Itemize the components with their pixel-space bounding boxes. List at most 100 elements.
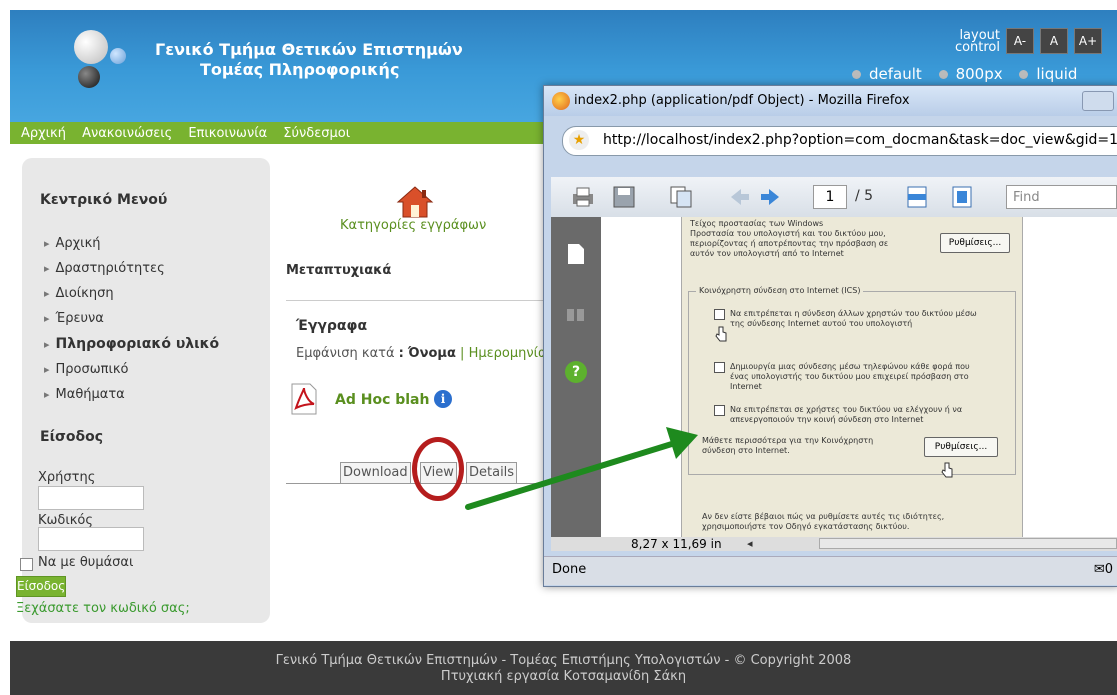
nav-item-links[interactable]: Σύνδεσμοι bbox=[283, 123, 350, 145]
attachments-icon[interactable] bbox=[565, 305, 587, 325]
font-reset-button[interactable]: A bbox=[1040, 28, 1068, 54]
url-text: http://localhost/index2.php?option=com_d… bbox=[603, 132, 1117, 148]
pdf-option-3: Να επιτρέπεται σε χρήστες του δικτύου να… bbox=[730, 405, 963, 424]
pdf-settings-button-1: Ρυθμίσεις... bbox=[940, 233, 1010, 253]
radio-dot-icon bbox=[1019, 70, 1029, 79]
page-count: / 5 bbox=[855, 188, 874, 204]
radio-dot-icon bbox=[938, 70, 948, 79]
fit-page-icon[interactable] bbox=[951, 185, 973, 209]
remember-checkbox[interactable] bbox=[20, 558, 33, 571]
nav-item-contact[interactable]: Επικοινωνία bbox=[188, 123, 267, 145]
site-title-line1: Γενικό Τμήμα Θετικών Επιστημών bbox=[155, 40, 463, 59]
pdf-checkbox bbox=[714, 405, 725, 416]
hand-cursor-icon bbox=[715, 326, 727, 342]
pdf-learn-more: Μάθετε περισσότερα για την Κοινόχρηστη σ… bbox=[702, 436, 874, 455]
sort-by-date[interactable]: Ημερομηνία bbox=[469, 346, 547, 361]
sidebar-item-activities[interactable]: Δραστηριότητες bbox=[44, 261, 165, 276]
download-button[interactable]: Download bbox=[340, 462, 411, 484]
scroll-left-icon[interactable]: ◂ bbox=[747, 537, 753, 550]
width-option-default[interactable]: default bbox=[869, 65, 922, 83]
mail-indicator: ✉0 bbox=[1094, 562, 1113, 577]
document-title-link[interactable]: Ad Hoc blah bbox=[335, 392, 429, 408]
help-icon[interactable]: ? bbox=[565, 361, 587, 383]
pdf-bottom-text: Αν δεν είστε βέβαιοι πώς να ρυθμίσετε αυ… bbox=[702, 512, 945, 531]
hand-cursor-icon bbox=[941, 462, 953, 478]
font-decrease-button[interactable]: A- bbox=[1006, 28, 1034, 54]
copy-page-icon[interactable] bbox=[669, 185, 695, 209]
address-bar[interactable]: ★ http://localhost/index2.php?option=com… bbox=[562, 126, 1117, 156]
remember-label: Να με θυμάσαι bbox=[38, 555, 134, 570]
next-page-icon[interactable] bbox=[759, 187, 781, 207]
pdf-option-2: Δημιουργία μιας σύνδεσης μέσω τηλεφώνου … bbox=[730, 362, 970, 391]
bookmark-star-icon[interactable]: ★ bbox=[569, 130, 589, 150]
firefox-statusbar: Done ✉0 bbox=[544, 556, 1117, 585]
save-icon[interactable] bbox=[613, 186, 635, 208]
sort-by-name[interactable]: Όνομα bbox=[408, 346, 456, 361]
previous-page-icon[interactable] bbox=[729, 187, 751, 207]
info-icon[interactable]: i bbox=[434, 390, 452, 408]
width-option-liquid[interactable]: liquid bbox=[1036, 65, 1077, 83]
forgot-password-link[interactable]: Ξεχάσατε τον κωδικό σας; bbox=[16, 601, 190, 616]
site-logo bbox=[70, 30, 140, 100]
site-title: Γενικό Τμήμα Θετικών Επιστημών Τομέας Πλ… bbox=[155, 40, 463, 80]
layout-control-label: layout control bbox=[954, 28, 1000, 55]
minimize-button[interactable] bbox=[1082, 91, 1114, 111]
pdf-text: Τείχος προστασίας των Windows Προστασία … bbox=[690, 219, 889, 258]
sidebar: Κεντρικό Μενού Αρχική Δραστηριότητες Διο… bbox=[22, 158, 270, 623]
pdf-ics-title: Κοινόχρηστη σύνδεση στο Internet (ICS) bbox=[696, 286, 864, 296]
login-title: Είσοδος bbox=[40, 429, 104, 445]
pdf-checkbox bbox=[714, 309, 725, 320]
print-icon[interactable] bbox=[571, 186, 595, 208]
site-footer: Γενικό Τμήμα Θετικών Επιστημών - Τομέας … bbox=[10, 641, 1117, 695]
sidebar-item-home[interactable]: Αρχική bbox=[44, 236, 101, 251]
find-input[interactable]: Find bbox=[1006, 185, 1117, 209]
radio-dot-icon bbox=[852, 70, 861, 79]
nav-item-home[interactable]: Αρχική bbox=[21, 123, 66, 145]
pdf-dialog-image: Τείχος προστασίας των Windows Προστασία … bbox=[681, 217, 1023, 542]
username-label: Χρήστης bbox=[38, 470, 96, 485]
sort-label: Εμφάνιση κατά bbox=[296, 346, 395, 361]
password-label: Κωδικός bbox=[38, 513, 94, 528]
firefox-icon bbox=[552, 92, 570, 110]
sidebar-item-staff[interactable]: Προσωπικό bbox=[44, 362, 129, 377]
pdf-checkbox bbox=[714, 362, 725, 373]
fit-width-icon[interactable] bbox=[906, 185, 928, 209]
footer-line2: Πτυχιακή εργασία Κοτσαμανίδη Σάκη bbox=[440, 669, 687, 684]
pdf-option-1: Να επιτρέπεται η σύνδεση άλλων χρηστών τ… bbox=[730, 309, 977, 328]
width-options: default 800px liquid bbox=[840, 65, 1077, 83]
footer-line1: Γενικό Τμήμα Θετικών Επιστημών - Τομέας … bbox=[275, 653, 852, 668]
page-thumbnail-icon[interactable] bbox=[566, 243, 586, 265]
username-field[interactable] bbox=[38, 486, 144, 510]
nav-item-announcements[interactable]: Ανακοινώσεις bbox=[82, 123, 172, 145]
sidebar-item-information[interactable]: Πληροφοριακό υλικό bbox=[44, 336, 220, 352]
section-documents: Έγγραφα bbox=[296, 318, 368, 334]
categories-link[interactable]: Κατηγορίες εγγράφων bbox=[340, 218, 486, 233]
divider bbox=[286, 300, 551, 301]
sort-by-bar: Εμφάνιση κατά : Όνομα | Ημερομηνία bbox=[296, 346, 547, 361]
annotation-arrow bbox=[465, 427, 698, 510]
pdf-settings-button-2: Ρυθμίσεις... bbox=[924, 437, 998, 457]
mail-count: 0 bbox=[1104, 562, 1113, 577]
horizontal-scrollbar[interactable] bbox=[819, 538, 1117, 549]
pdf-toolbar: 1 / 5 Find bbox=[551, 177, 1117, 217]
login-button[interactable]: Είσοδος bbox=[16, 576, 66, 597]
sidebar-item-courses[interactable]: Μαθήματα bbox=[44, 387, 125, 402]
window-titlebar: index2.php (application/pdf Object) - Mo… bbox=[544, 86, 1117, 116]
home-icon[interactable] bbox=[396, 185, 434, 219]
pdf-bottom-bar: 8,27 x 11,69 in ◂ bbox=[551, 537, 1117, 551]
width-option-800px[interactable]: 800px bbox=[956, 65, 1003, 83]
pdf-file-icon bbox=[291, 383, 317, 415]
annotation-circle bbox=[412, 437, 464, 501]
font-increase-button[interactable]: A+ bbox=[1074, 28, 1102, 54]
mail-icon: ✉ bbox=[1093, 562, 1105, 577]
status-text: Done bbox=[552, 562, 587, 577]
password-field[interactable] bbox=[38, 527, 144, 551]
page: Γενικό Τμήμα Θετικών Επιστημών Τομέας Πλ… bbox=[0, 0, 1117, 695]
sidebar-item-research[interactable]: Έρευνα bbox=[44, 311, 104, 326]
section-postgrad[interactable]: Μεταπτυχιακά bbox=[286, 263, 391, 278]
sidebar-item-administration[interactable]: Διοίκηση bbox=[44, 286, 114, 301]
main-menu-title: Κεντρικό Μενού bbox=[40, 192, 168, 208]
page-size-label: 8,27 x 11,69 in bbox=[631, 537, 722, 551]
page-number-input[interactable]: 1 bbox=[813, 185, 847, 209]
window-title: index2.php (application/pdf Object) - Mo… bbox=[574, 93, 910, 108]
